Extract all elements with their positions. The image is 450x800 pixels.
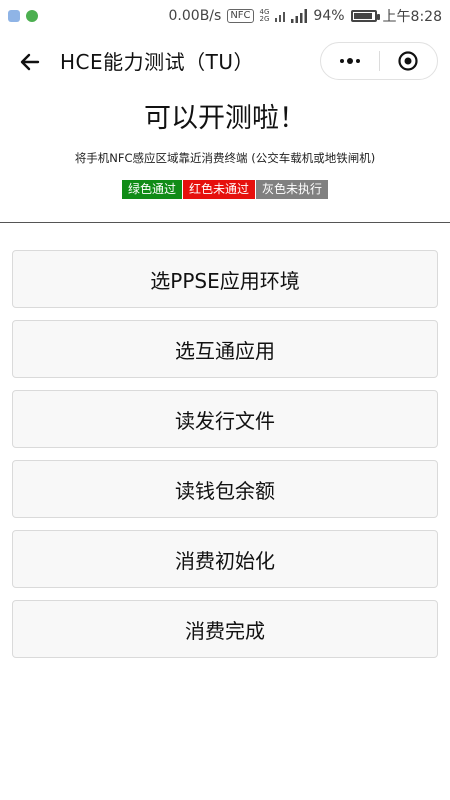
- read-wallet-balance-button[interactable]: 读钱包余额: [12, 460, 438, 518]
- battery-icon: [350, 10, 380, 22]
- nfc-status-icon: NFC: [227, 9, 254, 23]
- more-menu-button[interactable]: [321, 43, 379, 79]
- select-ppse-button[interactable]: 选PPSE应用环境: [12, 250, 438, 308]
- title-bar: HCE能力测试（TU）: [0, 32, 450, 90]
- more-dots-icon: [339, 58, 360, 64]
- page-title: HCE能力测试（TU）: [60, 50, 254, 74]
- target-close-icon: [398, 51, 418, 71]
- header-divider: [0, 222, 450, 223]
- legend-pass: 绿色通过: [121, 180, 182, 199]
- read-issuer-file-button[interactable]: 读发行文件: [12, 390, 438, 448]
- sim-icon: [8, 10, 20, 22]
- nfc-app-icon: [26, 10, 38, 22]
- status-right: 0.00B/s NFC 4G 2G 94% 上午8:28: [169, 6, 442, 26]
- back-arrow-icon[interactable]: [18, 50, 42, 74]
- signal-small-icon: [275, 12, 286, 22]
- clock: 上午8:28: [382, 9, 442, 25]
- network-type-icon: 4G 2G: [259, 8, 270, 23]
- signal-icon: [291, 9, 308, 23]
- instruction-text: 将手机NFC感应区域靠近消费终端 (公交车载机或地铁闸机): [74, 151, 376, 165]
- select-interop-app-button[interactable]: 选互通应用: [12, 320, 438, 378]
- headline: 可以开测啦！: [144, 103, 306, 134]
- status-left-icons: [8, 10, 38, 22]
- result-legend: 绿色通过 红色未通过 灰色未执行: [0, 180, 450, 199]
- mini-program-capsule: [320, 42, 438, 80]
- purchase-complete-button[interactable]: 消费完成: [12, 600, 438, 658]
- close-mini-program-button[interactable]: [379, 43, 437, 79]
- purchase-init-button[interactable]: 消费初始化: [12, 530, 438, 588]
- battery-percent: 94%: [313, 8, 345, 24]
- test-action-list: 选PPSE应用环境 选互通应用 读发行文件 读钱包余额 消费初始化 消费完成: [12, 250, 438, 670]
- battery-level: [353, 13, 373, 19]
- net-speed: 0.00B/s: [168, 8, 222, 24]
- status-bar: 0.00B/s NFC 4G 2G 94% 上午8:28: [0, 0, 450, 32]
- legend-not-run: 灰色未执行: [256, 180, 329, 199]
- legend-fail: 红色未通过: [182, 180, 255, 199]
